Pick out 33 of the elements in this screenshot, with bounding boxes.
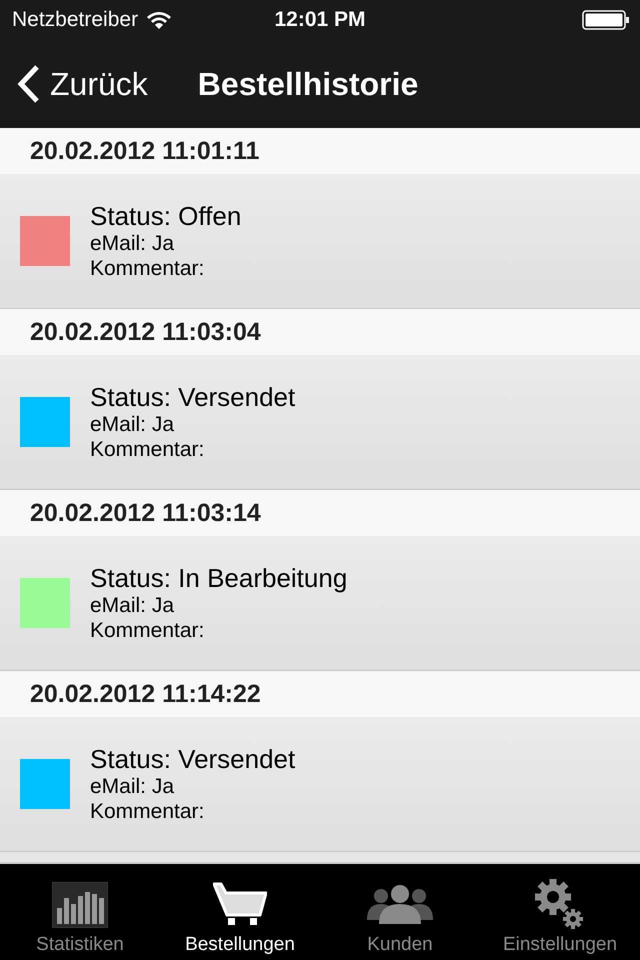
comment-info: Kommentar:: [90, 437, 206, 462]
order-row[interactable]: Status: Offen eMail: Ja Kommentar:: [0, 174, 640, 309]
cart-icon: [213, 882, 267, 928]
order-row[interactable]: Status: Versendet eMail: Ja Kommentar:: [0, 717, 640, 852]
bar-chart-icon: [52, 882, 108, 928]
comment-info: Kommentar:: [90, 618, 206, 643]
tab-item[interactable]: Kunden: [320, 864, 480, 960]
screen-title: Bestellhistorie: [198, 66, 418, 102]
order-status: Status: In Bearbeitung: [90, 563, 348, 593]
order-date: 20.02.2012 11:01:11: [30, 136, 260, 166]
email-info: eMail: Ja: [90, 774, 176, 799]
battery-icon: [582, 10, 630, 30]
comment-info: Kommentar:: [90, 799, 206, 824]
email-info: eMail: Ja: [90, 412, 176, 437]
email-info: eMail: Ja: [90, 231, 176, 256]
order-date: 20.02.2012 11:14:22: [30, 680, 261, 708]
order-status: Status: Versendet: [90, 382, 296, 412]
order-status: Status: Offen: [90, 201, 242, 231]
wifi-icon: [146, 10, 172, 30]
comment-info: Kommentar:: [90, 256, 206, 281]
back-button[interactable]: Zurück: [16, 64, 148, 104]
tab-item[interactable]: Einstellungen: [480, 864, 640, 960]
order-date: 20.02.2012 11:03:14: [30, 498, 261, 528]
back-chevron-icon: [16, 64, 40, 104]
order-row[interactable]: Status: In Bearbeitung eMail: Ja Kommentar:: [0, 536, 640, 671]
carrier-name: Netzbetreiber: [12, 8, 138, 32]
order-date: 20.02.2012 11:03:04: [30, 318, 261, 346]
order-row[interactable]: Status: Versendet eMail: Ja Kommentar:: [0, 355, 640, 490]
clock-time: 12:01 PM: [274, 8, 366, 31]
email-info: eMail: Ja: [90, 593, 176, 618]
tab-item[interactable]: Statistiken: [0, 864, 160, 960]
tab-item[interactable]: Bestellungen: [160, 864, 320, 960]
order-status: Status: Versendet: [90, 744, 296, 774]
